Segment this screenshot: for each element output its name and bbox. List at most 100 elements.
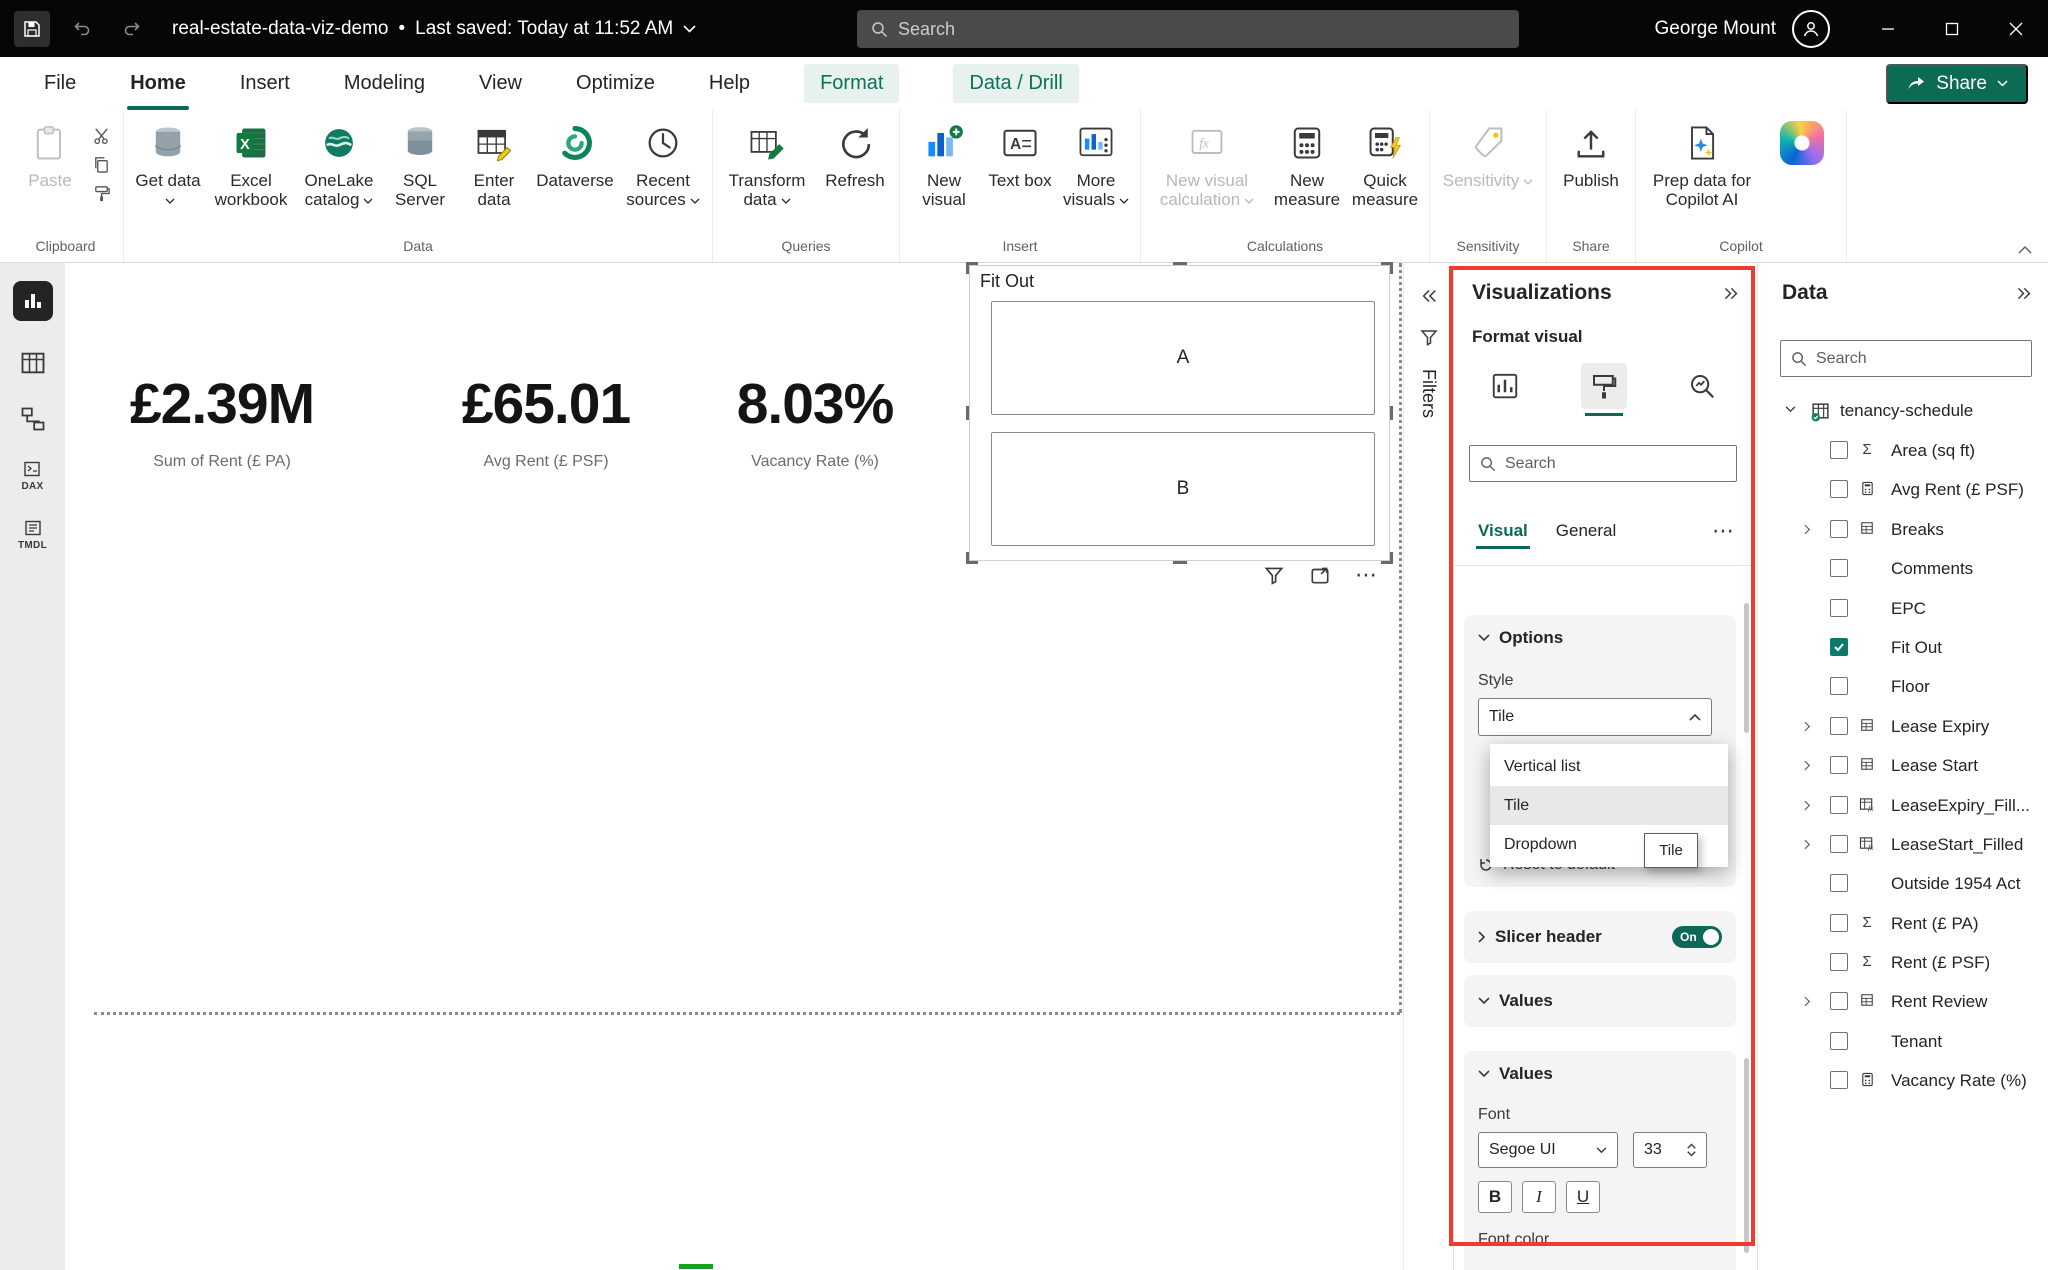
- values-card-header[interactable]: Values: [1478, 1064, 1722, 1084]
- resize-handle[interactable]: [966, 406, 969, 420]
- field-checkbox[interactable]: [1830, 480, 1848, 498]
- dataverse-button[interactable]: Dataverse: [532, 114, 618, 190]
- get-data-button[interactable]: Get data: [130, 114, 206, 210]
- collapse-ribbon-button[interactable]: [2018, 245, 2032, 254]
- field-checkbox[interactable]: [1830, 953, 1848, 971]
- options-card-header[interactable]: Options: [1478, 628, 1722, 648]
- sensitivity-button[interactable]: Sensitivity: [1436, 114, 1540, 190]
- italic-button[interactable]: I: [1522, 1181, 1556, 1213]
- filters-pane-label[interactable]: Filters: [1418, 369, 1439, 418]
- paste-button[interactable]: Paste: [14, 114, 86, 190]
- field-row-rent-psf[interactable]: Σ Rent (£ PSF): [1758, 943, 2048, 982]
- excel-workbook-button[interactable]: X Excel workbook: [208, 114, 294, 210]
- sidebar-item-model-view[interactable]: [19, 405, 47, 433]
- field-row-lease-expiry[interactable]: Lease Expiry: [1758, 707, 2048, 746]
- field-row-tenant[interactable]: Tenant: [1758, 1022, 2048, 1061]
- field-row-breaks[interactable]: Breaks: [1758, 510, 2048, 549]
- field-row-avg-rent[interactable]: Avg Rent (£ PSF): [1758, 470, 2048, 509]
- collapse-data-pane-icon[interactable]: [2015, 285, 2032, 302]
- global-search-input[interactable]: Search: [857, 10, 1519, 48]
- tab-general[interactable]: General: [1556, 521, 1616, 541]
- title-dropdown-chevron-icon[interactable]: [683, 25, 696, 33]
- text-box-button[interactable]: A Text box: [984, 114, 1056, 190]
- prep-data-copilot-button[interactable]: Prep data for Copilot AI: [1642, 114, 1762, 210]
- menu-tab-optimize[interactable]: Optimize: [576, 57, 655, 110]
- chevron-down-icon[interactable]: [1785, 406, 1796, 413]
- minimize-button[interactable]: [1856, 0, 1920, 57]
- focus-mode-icon[interactable]: [1309, 564, 1331, 586]
- field-checkbox[interactable]: [1830, 717, 1848, 735]
- field-checkbox-checked[interactable]: [1830, 638, 1848, 656]
- style-option-tile[interactable]: Tile: [1490, 786, 1728, 825]
- kpi-card-vacancy-rate[interactable]: 8.03% Vacancy Rate (%): [695, 371, 935, 471]
- field-row-vacancy-rate[interactable]: Vacancy Rate (%): [1758, 1061, 2048, 1100]
- underline-button[interactable]: U: [1566, 1181, 1600, 1213]
- field-row-epc[interactable]: EPC: [1758, 589, 2048, 628]
- menu-tab-view[interactable]: View: [479, 57, 522, 110]
- user-avatar[interactable]: [1792, 10, 1830, 48]
- values-card-collapsed[interactable]: Values: [1464, 975, 1736, 1027]
- analytics-tab[interactable]: [1679, 363, 1725, 409]
- kpi-card-avg-rent[interactable]: £65.01 Avg Rent (£ PSF): [426, 371, 666, 471]
- maximize-button[interactable]: [1920, 0, 1984, 57]
- field-checkbox[interactable]: [1830, 1032, 1848, 1050]
- save-button[interactable]: [14, 11, 50, 47]
- field-checkbox[interactable]: [1830, 992, 1848, 1010]
- chevron-right-icon[interactable]: [1804, 760, 1811, 771]
- field-row-area[interactable]: Σ Area (sq ft): [1758, 431, 2048, 470]
- quick-measure-button[interactable]: Quick measure: [1347, 114, 1423, 210]
- field-checkbox[interactable]: [1830, 677, 1848, 695]
- chevron-right-icon[interactable]: [1804, 800, 1811, 811]
- field-row-lease-start[interactable]: Lease Start: [1758, 746, 2048, 785]
- field-row-leasestart-filled[interactable]: fx LeaseStart_Filled: [1758, 825, 2048, 864]
- more-options-icon[interactable]: ⋯: [1355, 568, 1378, 582]
- report-canvas[interactable]: £2.39M Sum of Rent (£ PA) £65.01 Avg Ren…: [65, 263, 1403, 1270]
- menu-tab-help[interactable]: Help: [709, 57, 750, 110]
- share-button[interactable]: Share: [1886, 64, 2028, 104]
- cut-icon[interactable]: [92, 126, 111, 145]
- slicer-option-a[interactable]: A: [991, 301, 1375, 415]
- field-checkbox[interactable]: [1830, 914, 1848, 932]
- font-family-select[interactable]: Segoe UI: [1478, 1132, 1618, 1168]
- new-measure-button[interactable]: New measure: [1269, 114, 1345, 210]
- resize-handle[interactable]: [1381, 262, 1393, 274]
- format-visual-tab[interactable]: [1581, 363, 1627, 409]
- new-visual-button[interactable]: New visual: [906, 114, 982, 210]
- menu-tab-format[interactable]: Format: [804, 64, 899, 103]
- menu-tab-home[interactable]: Home: [130, 57, 186, 110]
- menu-tab-data-drill[interactable]: Data / Drill: [953, 64, 1078, 103]
- field-row-outside-1954-act[interactable]: Outside 1954 Act: [1758, 864, 2048, 903]
- sidebar-item-tmdl-view[interactable]: TMDL: [18, 520, 47, 551]
- recent-sources-button[interactable]: Recent sources: [620, 114, 706, 210]
- style-select[interactable]: Tile: [1478, 698, 1712, 736]
- redo-button[interactable]: [114, 11, 150, 47]
- field-row-rent-pa[interactable]: Σ Rent (£ PA): [1758, 904, 2048, 943]
- new-visual-calculation-button[interactable]: fx New visual calculation: [1147, 114, 1267, 210]
- enter-data-button[interactable]: Enter data: [458, 114, 530, 210]
- slicer-header-toggle[interactable]: On: [1672, 926, 1722, 948]
- undo-button[interactable]: [64, 11, 100, 47]
- field-row-comments[interactable]: Comments: [1758, 549, 2048, 588]
- resize-handle[interactable]: [1381, 552, 1393, 564]
- filter-icon[interactable]: [1263, 564, 1285, 586]
- resize-handle[interactable]: [966, 552, 978, 564]
- document-title[interactable]: real-estate-data-viz-demo • Last saved: …: [172, 18, 696, 40]
- bold-button[interactable]: B: [1478, 1181, 1512, 1213]
- field-row-floor[interactable]: Floor: [1758, 667, 2048, 706]
- style-option-vertical-list[interactable]: Vertical list: [1490, 747, 1728, 786]
- fit-out-slicer-visual[interactable]: Fit Out A B: [969, 265, 1390, 561]
- chevron-right-icon[interactable]: [1804, 721, 1811, 732]
- field-checkbox[interactable]: [1830, 1071, 1848, 1089]
- menu-tab-insert[interactable]: Insert: [240, 57, 290, 110]
- copy-icon[interactable]: [92, 155, 111, 174]
- sidebar-item-dax-query-view[interactable]: DAX: [21, 461, 43, 492]
- scrollbar[interactable]: [1744, 1058, 1749, 1253]
- tab-visual[interactable]: Visual: [1478, 521, 1528, 541]
- scrollbar[interactable]: [1744, 603, 1749, 733]
- tab-more-options-icon[interactable]: ⋯: [1712, 524, 1735, 538]
- chevron-right-icon[interactable]: [1804, 524, 1811, 535]
- chevron-right-icon[interactable]: [1804, 839, 1811, 850]
- expand-filters-icon[interactable]: [1420, 287, 1438, 305]
- chevron-right-icon[interactable]: [1804, 996, 1811, 1007]
- sidebar-item-report-view[interactable]: [13, 281, 53, 321]
